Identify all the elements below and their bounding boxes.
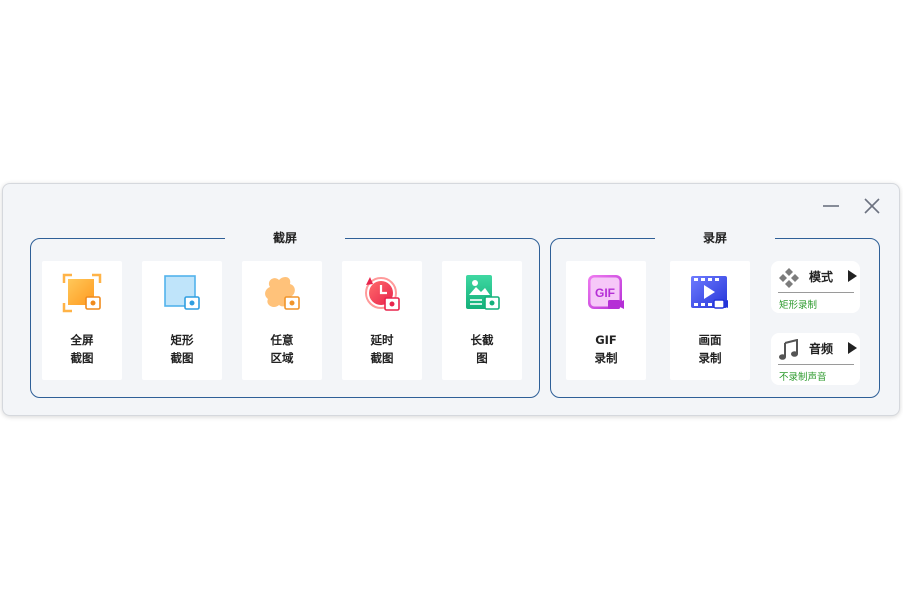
- music-note-icon: [779, 339, 798, 360]
- tool-label-line1: 延时: [370, 333, 394, 347]
- tool-label-line1: 全屏: [70, 333, 94, 347]
- capture-group-title: 截屏: [224, 230, 346, 246]
- minimize-icon: [823, 205, 839, 207]
- audio-selector[interactable]: 音频 不录制声音: [771, 333, 860, 385]
- freeform-capture-icon: [265, 276, 300, 310]
- mode-divider: [778, 292, 854, 293]
- mode-selector[interactable]: 模式 矩形录制: [771, 261, 860, 313]
- minimize-button[interactable]: [821, 196, 841, 216]
- mode-value: 矩形录制: [779, 300, 818, 311]
- fullscreen-capture-icon: [62, 273, 102, 313]
- close-button[interactable]: [862, 196, 882, 216]
- scroll-capture-button[interactable]: 长截 图: [442, 261, 522, 380]
- tool-label-line1: 任意: [270, 333, 294, 347]
- tool-label-line2: 截图: [170, 351, 194, 365]
- rectangle-capture-button[interactable]: 矩形 截图: [142, 261, 222, 380]
- close-icon: [864, 198, 880, 214]
- mode-diamond-icon: [779, 268, 799, 288]
- tool-label-line1: 画面: [698, 333, 722, 347]
- capture-group: 截屏 全屏 截图 矩形 截图 任意 区域 延时 截图 长截 图: [30, 230, 540, 398]
- tool-label-line2: 录制: [594, 351, 618, 365]
- screenshot-tool-window: 截屏 全屏 截图 矩形 截图 任意 区域 延时 截图 长截 图 录屏 GIF G…: [2, 183, 900, 416]
- gif-record-icon: GIF: [588, 275, 624, 309]
- freeform-capture-button[interactable]: 任意 区域: [242, 261, 322, 380]
- gif-record-button[interactable]: GIF GIF 录制: [566, 261, 646, 380]
- tool-label-line1: 长截: [470, 333, 494, 347]
- scroll-capture-icon: [466, 275, 500, 310]
- delay-capture-button[interactable]: 延时 截图: [342, 261, 422, 380]
- record-group-title: 录屏: [654, 230, 776, 246]
- tool-label-line1: 矩形: [170, 333, 194, 347]
- audio-label: 音频: [809, 342, 834, 356]
- audio-expand-arrow-icon: [848, 342, 857, 354]
- gif-icon-text: GIF: [595, 286, 615, 300]
- mode-expand-arrow-icon: [848, 270, 857, 282]
- tool-label-line2: 图: [476, 351, 488, 365]
- audio-value: 不录制声音: [779, 372, 827, 383]
- screen-record-icon: [691, 276, 728, 309]
- record-group: 录屏 GIF GIF 录制 画面 录制 模式 矩形录制 音频 不录制声音: [550, 230, 880, 398]
- tool-label-line1: GIF: [595, 333, 617, 347]
- tool-label-line2: 截图: [70, 351, 94, 365]
- audio-divider: [778, 364, 854, 365]
- delay-capture-icon: [365, 277, 400, 311]
- mode-label: 模式: [809, 270, 834, 284]
- tool-label-line2: 截图: [370, 351, 394, 365]
- rectangle-capture-icon: [164, 275, 200, 310]
- tool-label-line2: 区域: [270, 351, 294, 365]
- tool-label-line2: 录制: [698, 351, 722, 365]
- fullscreen-capture-button[interactable]: 全屏 截图: [42, 261, 122, 380]
- screen-record-button[interactable]: 画面 录制: [670, 261, 750, 380]
